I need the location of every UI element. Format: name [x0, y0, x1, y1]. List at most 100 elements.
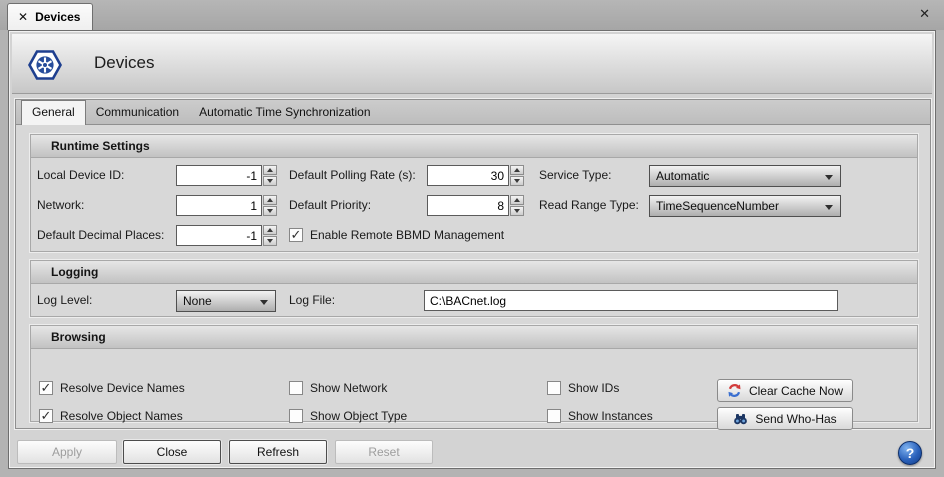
show-instances-checkbox[interactable]	[547, 409, 561, 423]
chevron-down-icon	[825, 205, 833, 210]
enable-bbmd-label: Enable Remote BBMD Management	[310, 228, 504, 242]
show-network-row: Show Network	[289, 381, 387, 395]
resolve-device-names-row: ✓ Resolve Device Names	[39, 381, 185, 395]
default-decimal-places-spinner	[263, 225, 277, 246]
refresh-icon	[727, 383, 742, 398]
browsing-title: Browsing	[31, 326, 917, 349]
resolve-object-names-checkbox[interactable]: ✓	[39, 409, 53, 423]
send-who-has-label: Send Who-Has	[755, 412, 836, 426]
service-type-dropdown[interactable]: Automatic	[649, 165, 841, 187]
default-priority-field	[427, 195, 524, 216]
tab-general[interactable]: General	[21, 100, 86, 125]
resolve-object-names-row: ✓ Resolve Object Names	[39, 409, 183, 423]
show-ids-label: Show IDs	[568, 381, 619, 395]
browsing-group: Browsing ✓ Resolve Device Names ✓ Resolv…	[30, 325, 918, 422]
log-file-label: Log File:	[289, 290, 335, 310]
spin-up-button[interactable]	[510, 195, 524, 205]
settings-tabstrip: General Communication Automatic Time Syn…	[16, 100, 930, 125]
tab-close-icon[interactable]: ✕	[18, 10, 28, 24]
log-level-dropdown[interactable]: None	[176, 290, 276, 312]
service-type-label: Service Type:	[539, 165, 611, 185]
local-device-id-spinner	[263, 165, 277, 186]
tab-automatic-time-synchronization[interactable]: Automatic Time Synchronization	[189, 101, 380, 124]
show-network-label: Show Network	[310, 381, 387, 395]
reset-button[interactable]: Reset	[335, 440, 433, 464]
log-level-value: None	[183, 294, 212, 308]
resolve-object-names-label: Resolve Object Names	[60, 409, 183, 423]
runtime-settings-title: Runtime Settings	[31, 135, 917, 158]
tab-general-content: Runtime Settings Local Device ID: Defaul…	[16, 126, 930, 428]
logging-title: Logging	[31, 261, 917, 284]
reset-button-label: Reset	[368, 445, 399, 459]
local-device-id-label: Local Device ID:	[37, 165, 124, 185]
read-range-type-value: TimeSequenceNumber	[656, 199, 779, 213]
apply-button-label: Apply	[52, 445, 82, 459]
show-ids-checkbox[interactable]	[547, 381, 561, 395]
default-decimal-places-input[interactable]	[176, 225, 262, 246]
help-icon[interactable]: ?	[898, 441, 922, 465]
local-device-id-field	[176, 165, 277, 186]
default-polling-rate-spinner	[510, 165, 524, 186]
spin-up-button[interactable]	[263, 195, 277, 205]
network-label: Network:	[37, 195, 84, 215]
spin-up-button[interactable]	[510, 165, 524, 175]
refresh-button-label: Refresh	[257, 445, 299, 459]
document-tab-label: Devices	[35, 10, 80, 24]
spin-up-button[interactable]	[263, 165, 277, 175]
default-priority-input[interactable]	[427, 195, 509, 216]
default-priority-label: Default Priority:	[289, 195, 371, 215]
tab-communication[interactable]: Communication	[86, 101, 189, 124]
default-priority-spinner	[510, 195, 524, 216]
document-tabbar: ✕ Devices ✕	[0, 0, 944, 30]
binoculars-icon	[733, 411, 748, 426]
runtime-settings-group: Runtime Settings Local Device ID: Defaul…	[30, 134, 918, 252]
settings-panel: General Communication Automatic Time Syn…	[15, 99, 931, 429]
default-polling-rate-label: Default Polling Rate (s):	[289, 165, 416, 185]
show-network-checkbox[interactable]	[289, 381, 303, 395]
chevron-down-icon	[825, 175, 833, 180]
log-file-value: C:\BACnet.log	[430, 294, 506, 308]
show-object-type-label: Show Object Type	[310, 409, 407, 423]
network-input[interactable]	[176, 195, 262, 216]
send-who-has-button[interactable]: Send Who-Has	[717, 407, 853, 430]
resolve-device-names-checkbox[interactable]: ✓	[39, 381, 53, 395]
spin-down-button[interactable]	[263, 176, 277, 186]
spin-down-button[interactable]	[263, 206, 277, 216]
default-decimal-places-label: Default Decimal Places:	[37, 225, 164, 245]
network-field	[176, 195, 277, 216]
apply-button[interactable]: Apply	[17, 440, 117, 464]
default-decimal-places-field	[176, 225, 277, 246]
close-button-label: Close	[157, 445, 188, 459]
clear-cache-now-label: Clear Cache Now	[749, 384, 843, 398]
network-spinner	[263, 195, 277, 216]
spin-down-button[interactable]	[263, 236, 277, 246]
close-icon[interactable]: ✕	[919, 6, 930, 22]
close-button[interactable]: Close	[123, 440, 221, 464]
window-header: Devices	[12, 34, 932, 94]
resolve-device-names-label: Resolve Device Names	[60, 381, 185, 395]
service-type-value: Automatic	[656, 169, 709, 183]
default-polling-rate-input[interactable]	[427, 165, 509, 186]
spin-down-button[interactable]	[510, 176, 524, 186]
refresh-button[interactable]: Refresh	[229, 440, 327, 464]
spin-down-button[interactable]	[510, 206, 524, 216]
clear-cache-now-button[interactable]: Clear Cache Now	[717, 379, 853, 402]
devices-window: Devices General Communication Automatic …	[8, 30, 936, 469]
show-ids-row: Show IDs	[547, 381, 619, 395]
show-instances-row: Show Instances	[547, 409, 653, 423]
show-object-type-checkbox[interactable]	[289, 409, 303, 423]
enable-bbmd-checkbox[interactable]: ✓	[289, 228, 303, 242]
chevron-down-icon	[260, 300, 268, 305]
logging-group: Logging Log Level: None Log File: C:\BAC…	[30, 260, 918, 317]
default-polling-rate-field	[427, 165, 524, 186]
local-device-id-input[interactable]	[176, 165, 262, 186]
read-range-type-label: Read Range Type:	[539, 195, 639, 215]
enable-bbmd-row: ✓ Enable Remote BBMD Management	[289, 228, 504, 242]
log-level-label: Log Level:	[37, 290, 92, 310]
spin-up-button[interactable]	[263, 225, 277, 235]
log-file-input[interactable]: C:\BACnet.log	[424, 290, 838, 311]
document-tab-devices[interactable]: ✕ Devices	[7, 3, 93, 30]
read-range-type-dropdown[interactable]: TimeSequenceNumber	[649, 195, 841, 217]
page-title: Devices	[94, 53, 154, 73]
show-instances-label: Show Instances	[568, 409, 653, 423]
